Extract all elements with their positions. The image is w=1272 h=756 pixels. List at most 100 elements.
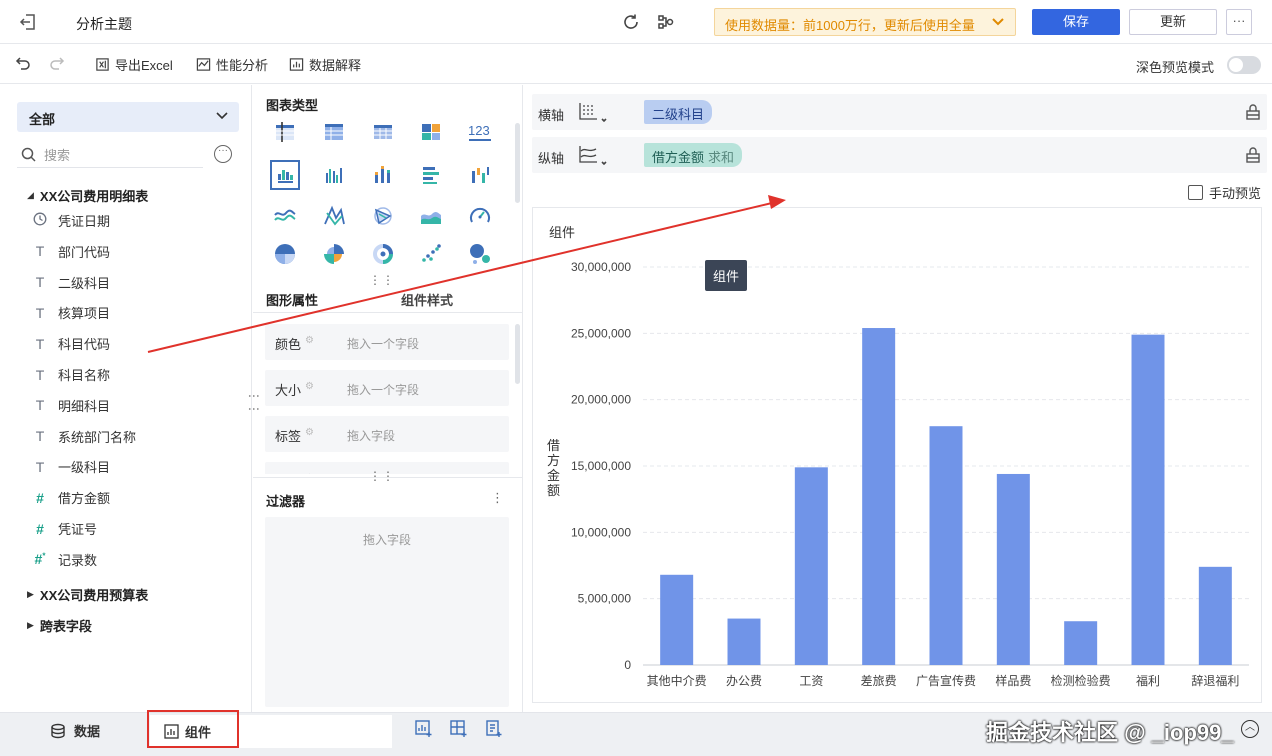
field-item[interactable]: #* 记录数 [32, 550, 97, 569]
rose-chart-icon[interactable] [319, 239, 349, 269]
property-label: 提示 [275, 472, 301, 474]
field-item[interactable]: T 明细科目 [32, 396, 110, 415]
chart-bar [1198, 566, 1232, 665]
watermark-text: 掘金技术社区 @ _iop99_ [986, 720, 1234, 745]
gauge-icon[interactable] [465, 201, 495, 231]
table-group-label: 跨表字段 [39, 619, 92, 634]
filter-drop-zone[interactable]: 拖入字段 [265, 517, 509, 707]
lock-icon[interactable] [1245, 147, 1261, 166]
tab-data[interactable]: 数据 [50, 721, 100, 740]
field-item[interactable]: T 科目代码 [32, 334, 110, 353]
data-volume-notice[interactable]: 使用数据量：前1000万行，更新后使用全量 [714, 8, 1016, 36]
chevron-down-icon [991, 15, 1005, 32]
field-item[interactable]: 凭证日期 [32, 211, 110, 230]
text-field-icon: T [35, 304, 45, 321]
scatter-icon[interactable] [416, 239, 446, 269]
save-button[interactable]: 保存 [1032, 9, 1120, 35]
treemap-icon[interactable] [416, 117, 446, 147]
property-list: 颜色⚙拖入一个字段大小⚙拖入一个字段标签⚙拖入字段提示⚙拖入字段 [253, 314, 523, 474]
text-field-icon: T [35, 335, 45, 352]
radar-icon[interactable] [319, 201, 349, 231]
field-item[interactable]: # 凭证号 [32, 519, 97, 538]
gear-icon[interactable]: ⚙ [305, 427, 314, 438]
field-item[interactable]: T 一级科目 [32, 457, 110, 476]
y-axis-type-icon[interactable] [577, 144, 607, 169]
refresh-icon[interactable] [620, 11, 642, 33]
ring-chart-icon[interactable] [368, 239, 398, 269]
manual-preview-checkbox[interactable]: 手动预览 [1188, 183, 1261, 202]
field-item[interactable]: T 部门代码 [32, 242, 110, 261]
area-chart-icon[interactable] [416, 201, 446, 231]
tab-component-style[interactable]: 组件样式 [401, 290, 453, 309]
add-component-icon[interactable] [415, 720, 435, 740]
line-chart-icon[interactable] [270, 201, 300, 231]
property-scrollbar[interactable] [515, 324, 520, 384]
funnel-icon[interactable] [368, 201, 398, 231]
dataset-select-value: 全部 [29, 112, 56, 127]
exit-icon[interactable] [18, 12, 38, 32]
field-item[interactable]: T 科目名称 [32, 365, 110, 384]
bubble-icon[interactable] [465, 239, 495, 269]
x-tick-label: 办公费 [726, 673, 762, 688]
field-item[interactable]: T 核算项目 [32, 303, 110, 322]
tab-graphic-properties[interactable]: 图形属性 [266, 290, 318, 309]
search-input[interactable]: 搜索 [17, 142, 203, 168]
group-table-icon[interactable] [319, 117, 349, 147]
chart-type-title: 图表类型 [266, 98, 319, 113]
stacked-bar-icon[interactable] [368, 160, 398, 190]
gear-icon[interactable]: ⚙ [305, 381, 314, 392]
filter-more-icon[interactable]: ⋮ [491, 490, 504, 506]
tab-data-label: 数据 [74, 724, 101, 739]
data-volume-text: 使用数据量：前1000万行，更新后使用全量 [725, 18, 975, 33]
y-tick-label: 10,000,000 [571, 525, 631, 539]
update-button[interactable]: 更新 [1129, 9, 1217, 35]
cross-table-icon[interactable] [270, 117, 300, 147]
grouped-bar-icon[interactable] [319, 160, 349, 190]
field-item[interactable]: # 借方金额 [32, 488, 110, 507]
table-group-expense-budget[interactable]: ▶ XX公司费用预算表 [27, 585, 148, 604]
x-tick-label: 检测检验费 [1051, 673, 1111, 688]
collapse-up-icon[interactable]: ︿ [1241, 720, 1259, 738]
field-item[interactable]: T 系统部门名称 [32, 427, 136, 446]
x-axis-type-icon[interactable] [577, 101, 607, 126]
export-excel-button[interactable]: 导出Excel [95, 55, 173, 74]
x-axis-row: 横轴 二级科目 [532, 94, 1267, 130]
more-icon[interactable]: ··· [214, 145, 232, 163]
dataset-select[interactable]: 全部 [17, 102, 239, 132]
dark-mode-toggle[interactable] [1227, 56, 1261, 74]
relation-icon[interactable] [655, 11, 677, 33]
y-axis-field-pill[interactable]: 借方金额 求和 [644, 143, 743, 167]
lock-icon[interactable] [1245, 104, 1261, 123]
pie-chart-icon[interactable] [270, 239, 300, 269]
resize-handle[interactable]: ⋮⋮ [369, 469, 395, 483]
waterfall-icon[interactable] [465, 160, 495, 190]
x-tick-label: 广告宣传费 [916, 673, 976, 688]
y-tick-label: 0 [624, 658, 631, 672]
undo-icon[interactable] [15, 55, 31, 71]
gear-icon[interactable]: ⚙ [305, 473, 314, 474]
add-story-icon[interactable] [485, 720, 505, 740]
search-placeholder: 搜索 [44, 148, 71, 163]
chart-component[interactable]: 组件 借方金额 0 5,000,000 10,000,000 15,000,000 20… [532, 207, 1262, 703]
table-group-expense-detail[interactable]: ◢ XX公司费用明细表 [27, 186, 148, 205]
chart-type-scrollbar[interactable] [515, 123, 520, 203]
property-drop-zone[interactable]: 大小 ⚙ 拖入一个字段 [265, 370, 509, 406]
count-field-icon: #* [34, 551, 46, 568]
gear-icon[interactable]: ⚙ [305, 335, 314, 346]
bar-race-icon[interactable] [416, 160, 446, 190]
redo-icon[interactable] [49, 55, 65, 71]
field-item[interactable]: T 二级科目 [32, 273, 110, 292]
multi-series-bar-icon[interactable] [270, 160, 300, 190]
add-dashboard-icon[interactable] [450, 720, 470, 740]
x-tick-label: 工资 [799, 674, 823, 688]
detail-table-icon[interactable] [368, 117, 398, 147]
kpi-icon[interactable]: 123 [465, 117, 495, 147]
property-drop-zone[interactable]: 标签 ⚙ 拖入字段 [265, 416, 509, 452]
table-group-cross-table[interactable]: ▶ 跨表字段 [27, 616, 92, 635]
x-axis-field-pill[interactable]: 二级科目 [644, 100, 713, 124]
property-drop-zone[interactable]: 颜色 ⚙ 拖入一个字段 [265, 324, 509, 360]
performance-analysis-button[interactable]: 性能分析 [196, 55, 268, 74]
more-options-button[interactable]: ··· [1226, 9, 1252, 35]
data-explain-button[interactable]: 数据解释 [289, 55, 361, 74]
data-explain-label: 数据解释 [309, 58, 362, 73]
